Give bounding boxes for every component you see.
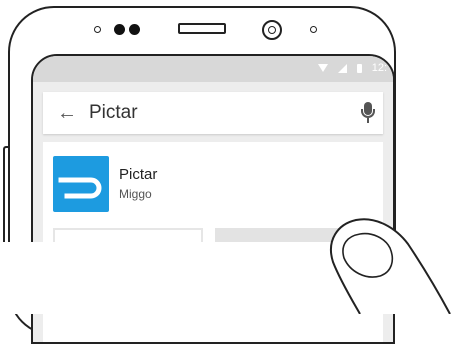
finger-illustration [330,218,451,314]
stage: 12: ← Pictar Pictar Miggo [0,0,459,344]
